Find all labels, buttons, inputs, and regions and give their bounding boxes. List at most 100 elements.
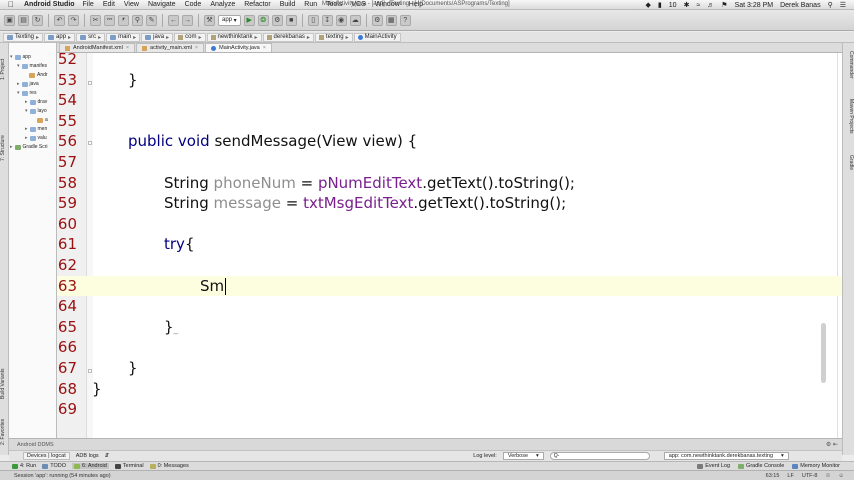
expand-arrow-icon[interactable]: ▸ (25, 126, 28, 132)
file-encoding[interactable]: UTF-8 (802, 473, 818, 479)
tab-main-activity[interactable]: MainActivity.java × (205, 43, 272, 52)
attach-debugger-icon[interactable]: ⚙ (271, 14, 283, 26)
stop-icon[interactable]: ■ (285, 14, 297, 26)
code-line-63-current[interactable]: 63 Sm (57, 275, 842, 297)
monitor-icon[interactable]: ◉ (335, 14, 347, 26)
paste-icon[interactable]: ⎖ (118, 14, 129, 26)
breadcrumb-item-texting[interactable]: Texting ▸ (3, 32, 44, 42)
tree-item-layout[interactable]: ▾ layo (25, 107, 47, 115)
menu-edit[interactable]: Edit (103, 1, 115, 8)
expand-arrow-icon[interactable]: ▸ (17, 81, 20, 87)
tree-item-drawable[interactable]: ▸ drav (25, 98, 47, 106)
volume-icon[interactable]: ♬ (707, 2, 714, 9)
help-icon[interactable]: ? (399, 14, 411, 26)
android-icon[interactable]: ☁ (349, 14, 361, 26)
lock-icon[interactable]: ☉ (825, 473, 830, 479)
tab-favorites[interactable]: 2: Favorites (0, 413, 9, 451)
code-line-57[interactable]: 57 (57, 152, 842, 173)
breadcrumb-item-texting-pkg[interactable]: texting ▸ (314, 32, 353, 42)
cut-icon[interactable]: ✂ (90, 14, 101, 26)
breadcrumb-item-derekbanas[interactable]: derekbanas ▸ (262, 32, 314, 42)
tab-structure[interactable]: 7: Structure (0, 123, 9, 173)
close-icon[interactable]: × (195, 45, 198, 51)
code-line-61[interactable]: 61 try{ (57, 234, 842, 255)
code-line-58[interactable]: 58 String phoneNum = pNumEditText.getTex… (57, 173, 842, 194)
logcat-search-input[interactable]: Q- (549, 452, 650, 460)
wifi-icon[interactable]: ≈ (696, 2, 700, 9)
code-line-68[interactable]: 68 } (57, 379, 842, 400)
process-select[interactable]: app: com.newthinktank.derekbanas.texting… (663, 452, 789, 460)
copy-icon[interactable]: ⎓ (104, 14, 115, 26)
menu-run[interactable]: Run (304, 1, 317, 8)
expand-arrow-icon[interactable]: ▾ (25, 108, 28, 114)
avd-manager-icon[interactable]: ▯ (307, 14, 319, 26)
tab-messages[interactable]: 0: Messages (149, 463, 189, 469)
tab-terminal[interactable]: Terminal (114, 463, 144, 469)
code-line-65[interactable]: 65 }_ (57, 317, 842, 338)
notifications-icon[interactable]: ☰ (840, 1, 846, 9)
tab-event-log[interactable]: Event Log (697, 463, 730, 469)
adb-arrow-icon[interactable]: ⇵ (105, 453, 110, 459)
breadcrumb-item-app[interactable]: app ▸ (44, 32, 76, 42)
log-level-select[interactable]: Verbose ▾ (502, 452, 544, 460)
run-config-select[interactable]: app ▾ (218, 14, 241, 26)
status-message[interactable]: Session 'app': running (54 minutes ago) (14, 473, 111, 479)
tab-maven-projects[interactable]: Maven Projects (844, 99, 854, 149)
tab-activity-main[interactable]: activity_main.xml × (136, 43, 205, 52)
tab-devices-logcat[interactable]: Devices | logcat (23, 452, 70, 460)
editor-scrollbar-thumb[interactable] (821, 323, 826, 383)
expand-arrow-icon[interactable]: ▸ (10, 144, 13, 150)
menu-view[interactable]: View (124, 1, 139, 8)
tree-item-android-manifest[interactable]: Andr (29, 71, 48, 79)
fold-end-icon[interactable] (88, 369, 92, 373)
breadcrumb-item-com[interactable]: com ▸ (174, 32, 206, 42)
tab-android[interactable]: 6: Android (72, 463, 109, 469)
tab-run[interactable]: 4: Run (12, 463, 36, 469)
tree-item-app[interactable]: ▾ app (10, 53, 31, 61)
tree-item-values[interactable]: ▸ valu (25, 134, 47, 142)
code-line-67[interactable]: 67 } (57, 358, 842, 379)
close-icon[interactable]: × (126, 45, 129, 51)
code-line-55[interactable]: 55 (57, 111, 842, 132)
breadcrumb-item-main[interactable]: main ▸ (106, 32, 141, 42)
back-icon[interactable]: ← (168, 14, 179, 26)
tab-todo[interactable]: TODO (42, 463, 66, 469)
tree-item-menu[interactable]: ▸ men (25, 125, 47, 133)
code-line-66[interactable]: 66 (57, 337, 842, 358)
line-separator[interactable]: LF (787, 473, 793, 479)
tab-gradle-console[interactable]: Gradle Console (738, 463, 784, 469)
dropbox-icon[interactable]: ◆ (646, 1, 651, 9)
bluetooth-icon[interactable]: ✱ (684, 1, 690, 9)
fold-start-icon[interactable] (88, 141, 92, 145)
spotlight-icon[interactable]: ⚲ (828, 1, 833, 9)
expand-arrow-icon[interactable]: ▾ (17, 63, 20, 69)
open-folder-icon[interactable]: ▣ (4, 14, 15, 26)
tab-android-manifest[interactable]: AndroidManifest.xml × (59, 43, 136, 52)
expand-arrow-icon[interactable]: ▸ (25, 99, 28, 105)
code-line-60[interactable]: 60 (57, 214, 842, 235)
project-structure-icon[interactable]: ▦ (385, 14, 397, 26)
close-icon[interactable]: × (263, 45, 266, 51)
settings-icon[interactable]: ⚙ (826, 442, 831, 448)
fold-end-icon[interactable] (88, 81, 92, 85)
code-line-59[interactable]: 59 String message = txtMsgEditText.getTe… (57, 193, 842, 214)
redo-icon[interactable]: ↷ (68, 14, 79, 26)
breadcrumb-item-src[interactable]: src ▸ (76, 32, 106, 42)
find-icon[interactable]: ⚲ (132, 14, 143, 26)
breadcrumb-item-java[interactable]: java ▸ (141, 32, 174, 42)
tab-memory-monitor[interactable]: Memory Monitor (792, 463, 840, 469)
tab-project[interactable]: 1: Project (0, 45, 9, 93)
user-name[interactable]: Derek Banas (780, 2, 820, 9)
settings-icon[interactable]: ⚙ (371, 14, 383, 26)
menu-file[interactable]: File (83, 1, 94, 8)
make-project-icon[interactable]: ⚒ (204, 14, 215, 26)
menu-analyze[interactable]: Analyze (210, 1, 235, 8)
expand-arrow-icon[interactable]: ▾ (17, 90, 20, 96)
menu-navigate[interactable]: Navigate (148, 1, 176, 8)
code-line-52[interactable]: 52 (57, 53, 842, 70)
expand-arrow-icon[interactable]: ▸ (25, 135, 28, 141)
tab-build-variants[interactable]: Build Variants (0, 361, 9, 407)
debug-icon[interactable]: ❂ (257, 14, 269, 26)
tree-item-java[interactable]: ▸ java (17, 80, 39, 88)
caret-position[interactable]: 63:15 (766, 473, 780, 479)
